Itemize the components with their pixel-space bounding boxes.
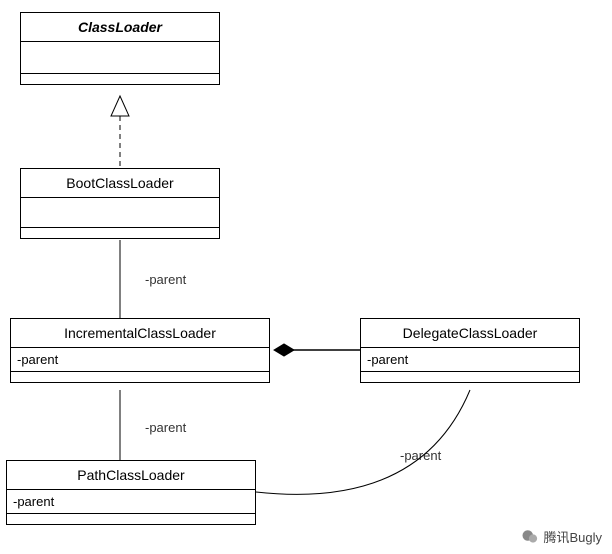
edge-label-path-delegate: -parent — [400, 448, 441, 463]
class-delegateclassloader: DelegateClassLoader -parent — [360, 318, 580, 383]
class-ops-empty — [7, 514, 255, 524]
class-classloader: ClassLoader — [20, 12, 220, 85]
class-attr: -parent — [361, 348, 579, 372]
class-title: IncrementalClassLoader — [11, 319, 269, 348]
class-title: PathClassLoader — [7, 461, 255, 490]
watermark: 腾讯Bugly — [521, 527, 602, 546]
class-title: ClassLoader — [21, 13, 219, 42]
class-ops-empty — [11, 372, 269, 382]
wechat-icon — [521, 528, 539, 546]
class-incrementalclassloader: IncrementalClassLoader -parent — [10, 318, 270, 383]
class-attr-empty — [21, 198, 219, 228]
class-title: BootClassLoader — [21, 169, 219, 198]
class-bootclassloader: BootClassLoader — [20, 168, 220, 239]
class-attr: -parent — [7, 490, 255, 514]
class-ops-empty — [21, 74, 219, 84]
class-ops-empty — [21, 228, 219, 238]
class-ops-empty — [361, 372, 579, 382]
edge-label-incremental-path: -parent — [145, 420, 186, 435]
watermark-text: 腾讯Bugly — [543, 527, 602, 546]
edge-label-boot-incremental: -parent — [145, 272, 186, 287]
class-attr-empty — [21, 42, 219, 74]
class-pathclassloader: PathClassLoader -parent — [6, 460, 256, 525]
class-title: DelegateClassLoader — [361, 319, 579, 348]
class-attr: -parent — [11, 348, 269, 372]
